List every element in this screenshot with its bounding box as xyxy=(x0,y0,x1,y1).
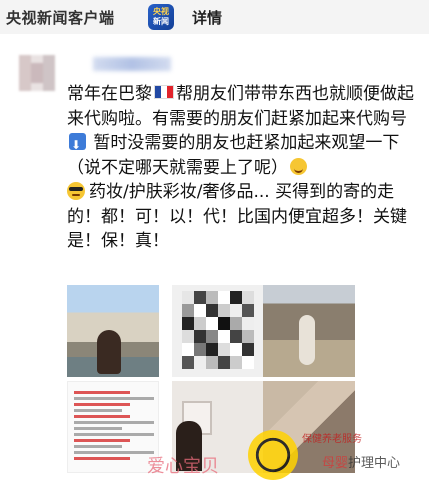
watermark-service-text: 保健养老服务 xyxy=(302,434,362,445)
post-line-7: 要上了呢） xyxy=(203,157,288,178)
watermark-logo-icon xyxy=(248,430,298,480)
down-arrow-icon xyxy=(69,133,86,158)
watermark-right-text-a: 母婴 xyxy=(322,456,349,471)
app-logo-icon[interactable]: 央视 新闻 xyxy=(148,4,174,30)
photo-paris-square[interactable] xyxy=(263,285,355,377)
photo-mosaic-blurred[interactable] xyxy=(172,285,264,377)
page-title: 详情 xyxy=(192,9,223,27)
france-flag-icon xyxy=(154,85,174,99)
avatar[interactable] xyxy=(19,55,55,91)
post-line-8: 药妆/护肤彩妆/奢侈品... 买得到的寄 xyxy=(89,182,361,202)
logo-text-bottom: 新闻 xyxy=(153,17,169,26)
photo-paris-riverside[interactable] xyxy=(67,285,159,377)
post-line-2: 帮朋友们带带东西也就顺 xyxy=(176,84,363,104)
watermark-left-text: 爱心宝贝 xyxy=(147,456,219,477)
top-bar: 央视新闻客户端 央视 新闻 详情 xyxy=(0,0,429,34)
watermark-right-text-b: 护理中心 xyxy=(348,456,401,471)
post-line-4: 加起来代购号 xyxy=(305,108,407,129)
app-name: 央视新闻客户端 xyxy=(6,9,115,27)
mosaic-pattern xyxy=(182,291,254,371)
smiling-face-icon xyxy=(290,157,307,175)
post-line-1: 常年在巴黎 xyxy=(67,84,152,104)
post-line-5: 暂时没需要的朋友也 xyxy=(88,133,247,153)
logo-text-top: 央视 xyxy=(153,7,169,16)
document-lines xyxy=(74,388,154,463)
photo-text-document[interactable] xyxy=(67,381,159,473)
sunglasses-face-icon xyxy=(67,182,85,200)
watermark-right-text: 母婴护理中心 xyxy=(322,452,400,471)
post-text: 常年在巴黎 帮朋友们带带东西也就顺便做起来代购啦。有需要的朋友们赶紧加起来代购号 … xyxy=(67,82,417,254)
username-blurred[interactable] xyxy=(93,57,171,71)
